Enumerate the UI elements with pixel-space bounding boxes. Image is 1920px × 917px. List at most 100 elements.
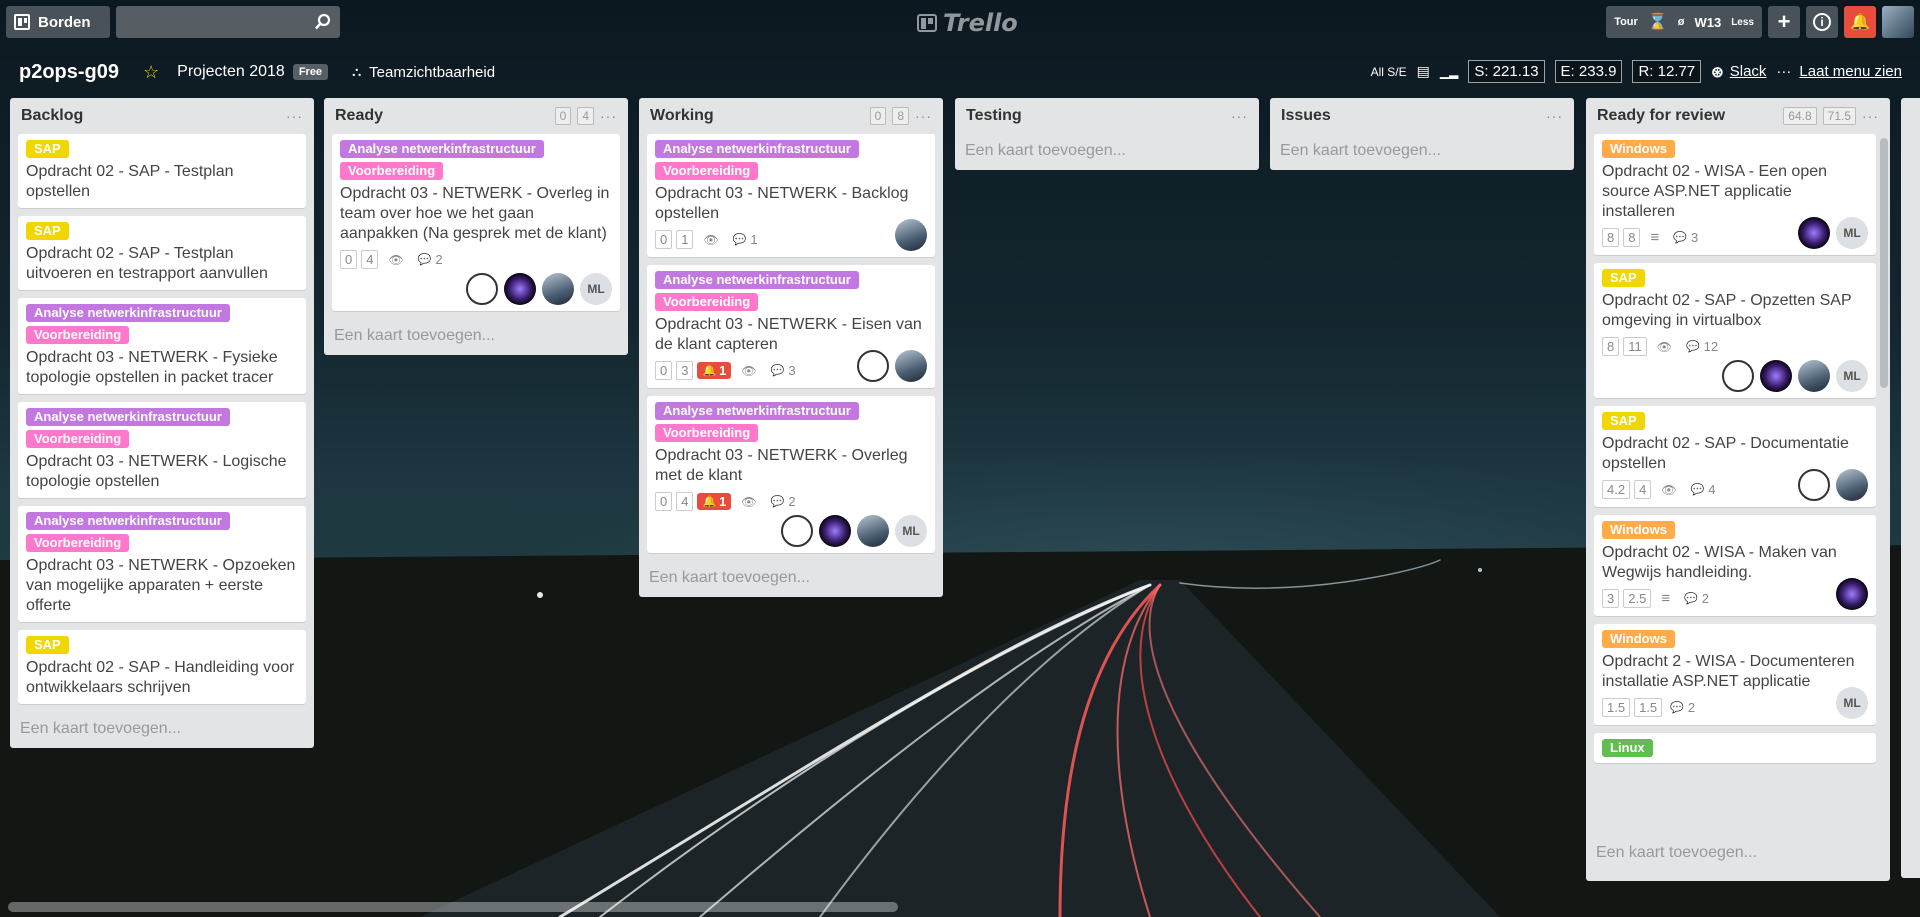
card[interactable]: Analyse netwerkinfrastructuur Voorbereidi… — [332, 134, 620, 311]
card-label[interactable]: Analyse netwerkinfrastructuur — [26, 512, 230, 530]
list-menu-icon[interactable]: ··· — [915, 108, 932, 124]
card-label[interactable]: Voorbereiding — [26, 534, 130, 552]
list-menu-icon[interactable]: ··· — [1231, 108, 1248, 124]
search-input[interactable] — [116, 6, 340, 38]
member-avatar-ml[interactable]: ML — [1836, 217, 1868, 249]
member-avatar-photo[interactable] — [1836, 469, 1868, 501]
card-label[interactable]: Voorbereiding — [26, 326, 130, 344]
slack-button[interactable]: ⊛ Slack — [1711, 63, 1766, 81]
list-issues[interactable]: Issues ··· Een kaart toevoegen... — [1270, 98, 1574, 170]
card-label[interactable]: SAP — [26, 636, 69, 654]
card-label[interactable]: Analyse netwerkinfrastructuur — [26, 304, 230, 322]
member-avatar-photo[interactable] — [857, 515, 889, 547]
slash-toggle[interactable]: ø — [1678, 16, 1685, 28]
member-avatar-photo[interactable] — [1798, 360, 1830, 392]
card-label[interactable]: Analyse netwerkinfrastructuur — [340, 140, 544, 158]
member-avatar-ml[interactable]: ML — [580, 273, 612, 305]
card[interactable]: Analyse netwerkinfrastructuur Voorbereidi… — [18, 402, 306, 498]
card[interactable]: SAP Opdracht 02 - SAP - Opzetten SAP omge… — [1594, 263, 1876, 398]
card[interactable]: Windows Opdracht 2 - WISA - Documenteren … — [1594, 624, 1876, 725]
star-icon[interactable]: ☆ — [143, 62, 159, 83]
list-testing[interactable]: Testing ··· Een kaart toevoegen... — [955, 98, 1259, 170]
list-title[interactable]: Issues — [1281, 107, 1331, 125]
list-title[interactable]: Working — [650, 107, 714, 125]
member-avatar-photo[interactable] — [542, 273, 574, 305]
card[interactable]: Analyse netwerkinfrastructuur Voorbereidi… — [18, 506, 306, 622]
card[interactable]: Analyse netwerkinfrastructuur Voorbereidi… — [647, 265, 935, 388]
trello-logo[interactable]: Trello — [917, 9, 1018, 37]
team-name[interactable]: Projecten 2018 — [177, 63, 285, 81]
card[interactable]: Windows Opdracht 02 - WISA - Een open sou… — [1594, 134, 1876, 255]
card[interactable]: Analyse netwerkinfrastructuur Voorbereidi… — [647, 134, 935, 257]
list-backlog[interactable]: Backlog ··· SAP Opdracht 02 - SAP - Testpla… — [10, 98, 314, 748]
add-card-button[interactable]: Een kaart toevoegen... — [1278, 134, 1566, 164]
horizontal-scrollbar[interactable] — [8, 902, 898, 912]
member-avatar-ml[interactable]: ML — [895, 515, 927, 547]
add-card-button[interactable]: Een kaart toevoegen... — [963, 134, 1251, 164]
card-label[interactable]: Windows — [1602, 630, 1675, 648]
list-menu-icon[interactable]: ··· — [286, 108, 303, 124]
card[interactable]: Analyse netwerkinfrastructuur Voorbereidi… — [647, 396, 935, 553]
card[interactable]: SAP Opdracht 02 - SAP - Documentatie opst… — [1594, 406, 1876, 507]
card-label[interactable]: Analyse netwerkinfrastructuur — [26, 408, 230, 426]
card-label[interactable]: Windows — [1602, 521, 1675, 539]
add-button[interactable]: + — [1768, 6, 1800, 38]
member-avatar-lion[interactable] — [857, 350, 889, 382]
add-card-button[interactable]: Een kaart toevoegen... — [332, 319, 620, 349]
notifications-button[interactable]: 🔔 — [1844, 6, 1876, 38]
less-toggle[interactable]: Less — [1731, 17, 1754, 28]
list-partial-next[interactable] — [1901, 98, 1920, 878]
card[interactable]: Linux — [1594, 733, 1876, 763]
card-label[interactable]: SAP — [1602, 412, 1645, 430]
card-label[interactable]: Voorbereiding — [655, 293, 759, 311]
member-avatar-purple[interactable] — [1798, 217, 1830, 249]
board-title[interactable]: p2ops-g09 — [19, 61, 119, 84]
card[interactable]: SAP Opdracht 02 - SAP - Testplan uitvoere… — [18, 216, 306, 290]
member-avatar-photo[interactable] — [895, 219, 927, 251]
member-avatar-lion[interactable] — [781, 515, 813, 547]
hourglass-icon[interactable]: ⌛ — [1648, 12, 1668, 32]
member-avatar-purple[interactable] — [1760, 360, 1792, 392]
list-menu-icon[interactable]: ··· — [600, 108, 617, 124]
card-label[interactable]: Linux — [1602, 739, 1653, 757]
list-ready[interactable]: Ready 0 4 ··· Analyse netwerkinfrastructuur V… — [324, 98, 628, 355]
list-title[interactable]: Testing — [966, 107, 1022, 125]
list-title[interactable]: Ready — [335, 107, 383, 125]
member-avatar-ml[interactable]: ML — [1836, 360, 1868, 392]
card-label[interactable]: SAP — [1602, 269, 1645, 287]
all-se-toggle[interactable]: All S/E — [1371, 65, 1407, 79]
list-icon[interactable]: ▤ — [1417, 63, 1430, 80]
info-button[interactable]: i — [1806, 6, 1838, 38]
card[interactable]: SAP Opdracht 02 - SAP - Handleiding voor … — [18, 630, 306, 704]
member-avatar-purple[interactable] — [504, 273, 536, 305]
list-ready-for-review[interactable]: Ready for review 64.8 71.5 ··· Windows Opdrac… — [1586, 98, 1890, 881]
member-avatar-lion[interactable] — [466, 273, 498, 305]
chart-icon[interactable]: ▁▂ — [1440, 65, 1458, 79]
card-label[interactable]: Analyse netwerkinfrastructuur — [655, 402, 859, 420]
member-avatar-ml[interactable]: ML — [1836, 687, 1868, 719]
add-card-button[interactable]: Een kaart toevoegen... — [1594, 836, 1882, 866]
tour-button[interactable]: Tour — [1614, 16, 1638, 28]
member-avatar-lion[interactable] — [1798, 469, 1830, 501]
card-label[interactable]: Windows — [1602, 140, 1675, 158]
card-label[interactable]: Analyse netwerkinfrastructuur — [655, 271, 859, 289]
card-label[interactable]: Voorbereiding — [655, 424, 759, 442]
card-label[interactable]: SAP — [26, 140, 69, 158]
list-menu-icon[interactable]: ··· — [1862, 108, 1879, 124]
list-vertical-scrollbar[interactable] — [1880, 138, 1888, 388]
add-card-button[interactable]: Een kaart toevoegen... — [647, 561, 935, 591]
list-working[interactable]: Working 0 8 ··· Analyse netwerkinfrastructuu… — [639, 98, 943, 597]
card[interactable]: Windows Opdracht 02 - WISA - Maken van We… — [1594, 515, 1876, 616]
list-menu-icon[interactable]: ··· — [1546, 108, 1563, 124]
member-avatar-purple[interactable] — [1836, 578, 1868, 610]
visibility-button[interactable]: ⛬ Teamzichtbaarheid — [352, 64, 495, 81]
card-label[interactable]: SAP — [26, 222, 69, 240]
list-title[interactable]: Ready for review — [1597, 107, 1725, 125]
user-avatar[interactable] — [1882, 6, 1914, 38]
card[interactable]: Analyse netwerkinfrastructuur Voorbereidi… — [18, 298, 306, 394]
card-label[interactable]: Voorbereiding — [340, 162, 444, 180]
member-avatar-photo[interactable] — [895, 350, 927, 382]
member-avatar-purple[interactable] — [819, 515, 851, 547]
add-card-button[interactable]: Een kaart toevoegen... — [18, 712, 306, 742]
boards-button[interactable]: Borden — [6, 6, 110, 38]
